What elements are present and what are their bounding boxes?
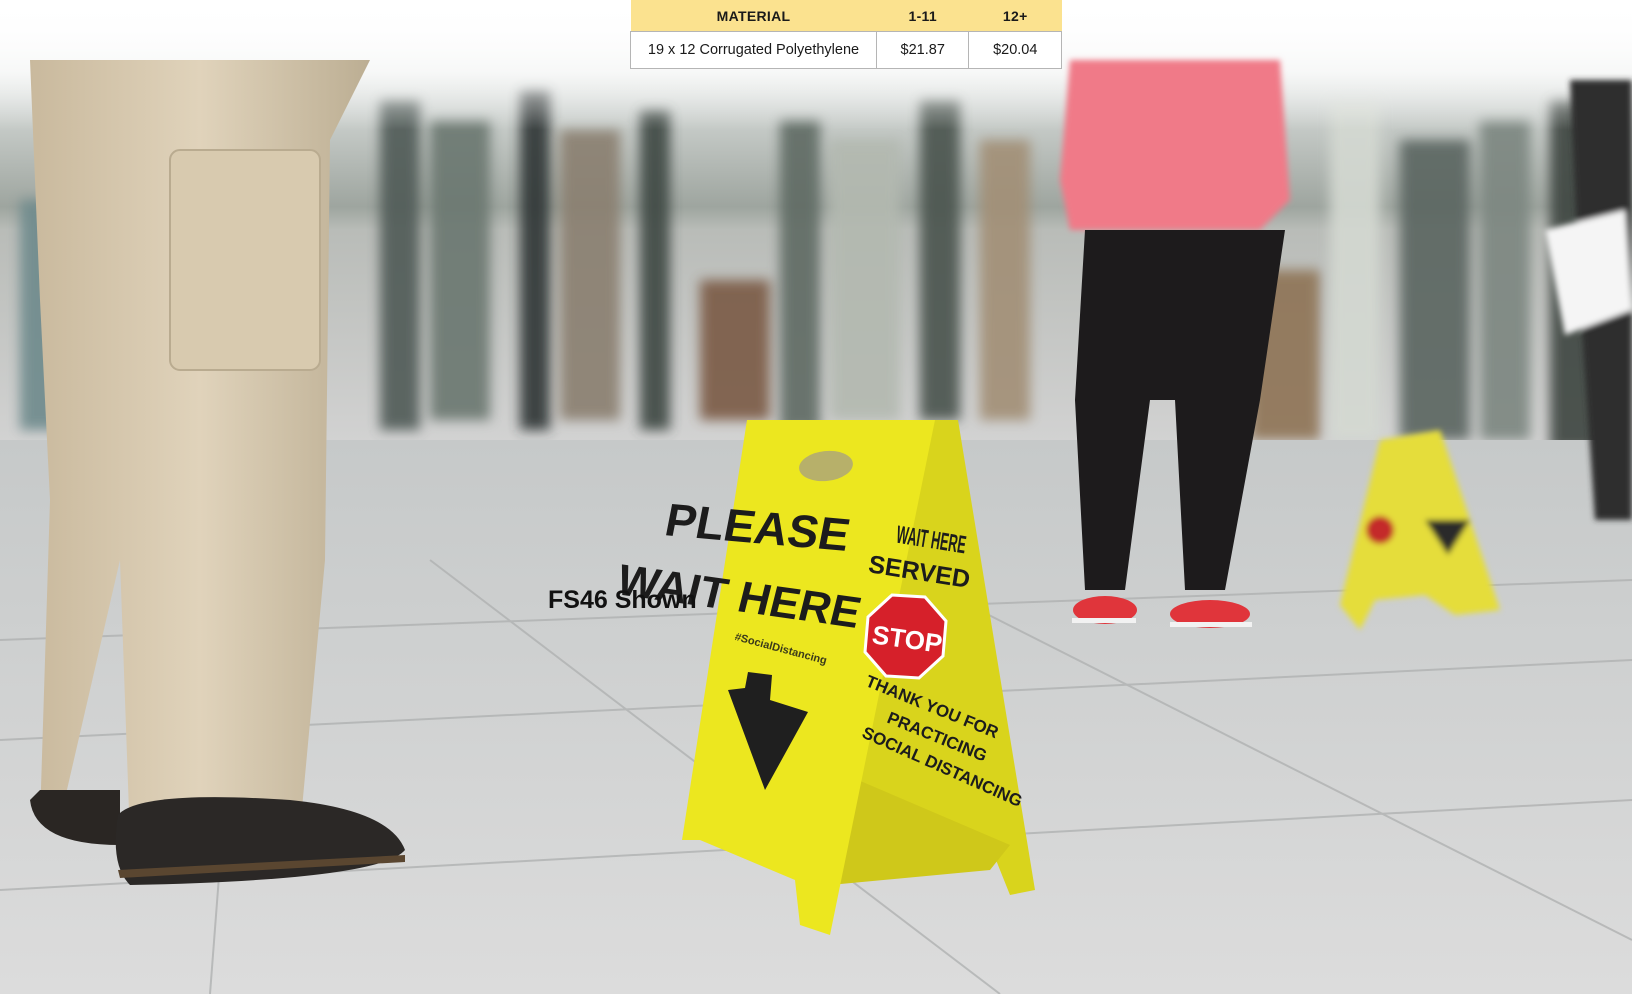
header-qty-12-plus: 12+ — [968, 0, 1062, 32]
header-material: MATERIAL — [630, 0, 877, 32]
header-qty-1-11: 1-11 — [876, 0, 969, 32]
background-photo: PLEASE WAIT HERE #SocialDistancing WAIT … — [0, 0, 1632, 994]
cell-price-12-plus: $20.04 — [968, 31, 1062, 69]
product-caption: FS46 Shown — [548, 586, 697, 614]
cell-price-1-11: $21.87 — [875, 31, 970, 69]
price-table: MATERIAL 1-11 12+ 19 x 12 Corrugated Pol… — [630, 0, 1062, 69]
price-table-header-row: MATERIAL 1-11 12+ — [630, 0, 1062, 32]
cell-material: 19 x 12 Corrugated Polyethylene — [630, 31, 877, 69]
table-row: 19 x 12 Corrugated Polyethylene $21.87 $… — [630, 31, 1062, 69]
